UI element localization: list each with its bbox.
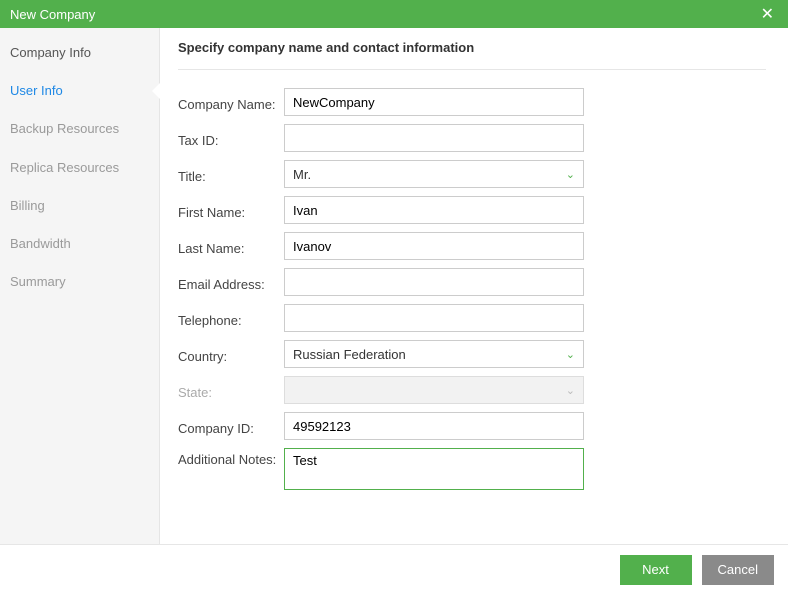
select-state: ⌄	[284, 376, 584, 404]
select-title-value: Mr.	[293, 167, 311, 182]
select-country-value: Russian Federation	[293, 347, 406, 362]
input-email[interactable]	[284, 268, 584, 296]
label-first-name: First Name:	[178, 201, 284, 220]
chevron-down-icon: ⌄	[566, 384, 575, 397]
row-telephone: Telephone:	[178, 304, 766, 332]
sidebar-item-billing[interactable]: Billing	[0, 187, 159, 225]
input-tax-id[interactable]	[284, 124, 584, 152]
sidebar-item-backup-resources[interactable]: Backup Resources	[0, 110, 159, 148]
input-company-id[interactable]	[284, 412, 584, 440]
sidebar-item-user-info[interactable]: User Info	[0, 72, 159, 110]
sidebar-item-label: Bandwidth	[10, 236, 71, 251]
select-country[interactable]: Russian Federation ⌄	[284, 340, 584, 368]
label-email: Email Address:	[178, 273, 284, 292]
row-country: Country: Russian Federation ⌄	[178, 340, 766, 368]
row-last-name: Last Name:	[178, 232, 766, 260]
divider	[178, 69, 766, 70]
row-company-name: Company Name:	[178, 88, 766, 116]
label-telephone: Telephone:	[178, 309, 284, 328]
chevron-down-icon: ⌄	[566, 348, 575, 361]
row-tax-id: Tax ID:	[178, 124, 766, 152]
select-title[interactable]: Mr. ⌄	[284, 160, 584, 188]
cancel-button[interactable]: Cancel	[702, 555, 774, 585]
sidebar-item-label: Summary	[10, 274, 66, 289]
sidebar-item-label: Replica Resources	[10, 160, 119, 175]
row-email: Email Address:	[178, 268, 766, 296]
row-notes: Additional Notes:	[178, 448, 766, 490]
next-button[interactable]: Next	[620, 555, 692, 585]
label-tax-id: Tax ID:	[178, 129, 284, 148]
window-title: New Company	[10, 7, 95, 22]
page-heading: Specify company name and contact informa…	[178, 40, 766, 69]
row-first-name: First Name:	[178, 196, 766, 224]
label-title: Title:	[178, 165, 284, 184]
label-last-name: Last Name:	[178, 237, 284, 256]
label-notes: Additional Notes:	[178, 448, 284, 467]
sidebar-item-label: Company Info	[10, 45, 91, 60]
label-company-name: Company Name:	[178, 93, 284, 112]
dialog-body: Company Info User Info Backup Resources …	[0, 28, 788, 544]
sidebar-item-summary[interactable]: Summary	[0, 263, 159, 301]
input-telephone[interactable]	[284, 304, 584, 332]
sidebar-item-label: Billing	[10, 198, 45, 213]
input-last-name[interactable]	[284, 232, 584, 260]
dialog-footer: Next Cancel	[0, 544, 788, 594]
label-country: Country:	[178, 345, 284, 364]
label-company-id: Company ID:	[178, 417, 284, 436]
input-company-name[interactable]	[284, 88, 584, 116]
titlebar: New Company ✕	[0, 0, 788, 28]
sidebar-item-label: Backup Resources	[10, 121, 119, 136]
close-icon[interactable]: ✕	[757, 4, 778, 24]
textarea-notes[interactable]	[284, 448, 584, 490]
row-company-id: Company ID:	[178, 412, 766, 440]
sidebar-item-bandwidth[interactable]: Bandwidth	[0, 225, 159, 263]
chevron-down-icon: ⌄	[566, 168, 575, 181]
row-title: Title: Mr. ⌄	[178, 160, 766, 188]
sidebar-item-company-info[interactable]: Company Info	[0, 34, 159, 72]
wizard-sidebar: Company Info User Info Backup Resources …	[0, 28, 160, 544]
input-first-name[interactable]	[284, 196, 584, 224]
sidebar-item-replica-resources[interactable]: Replica Resources	[0, 149, 159, 187]
row-state: State: ⌄	[178, 376, 766, 404]
label-state: State:	[178, 381, 284, 400]
form-panel: Specify company name and contact informa…	[160, 28, 788, 544]
sidebar-item-label: User Info	[10, 83, 63, 98]
